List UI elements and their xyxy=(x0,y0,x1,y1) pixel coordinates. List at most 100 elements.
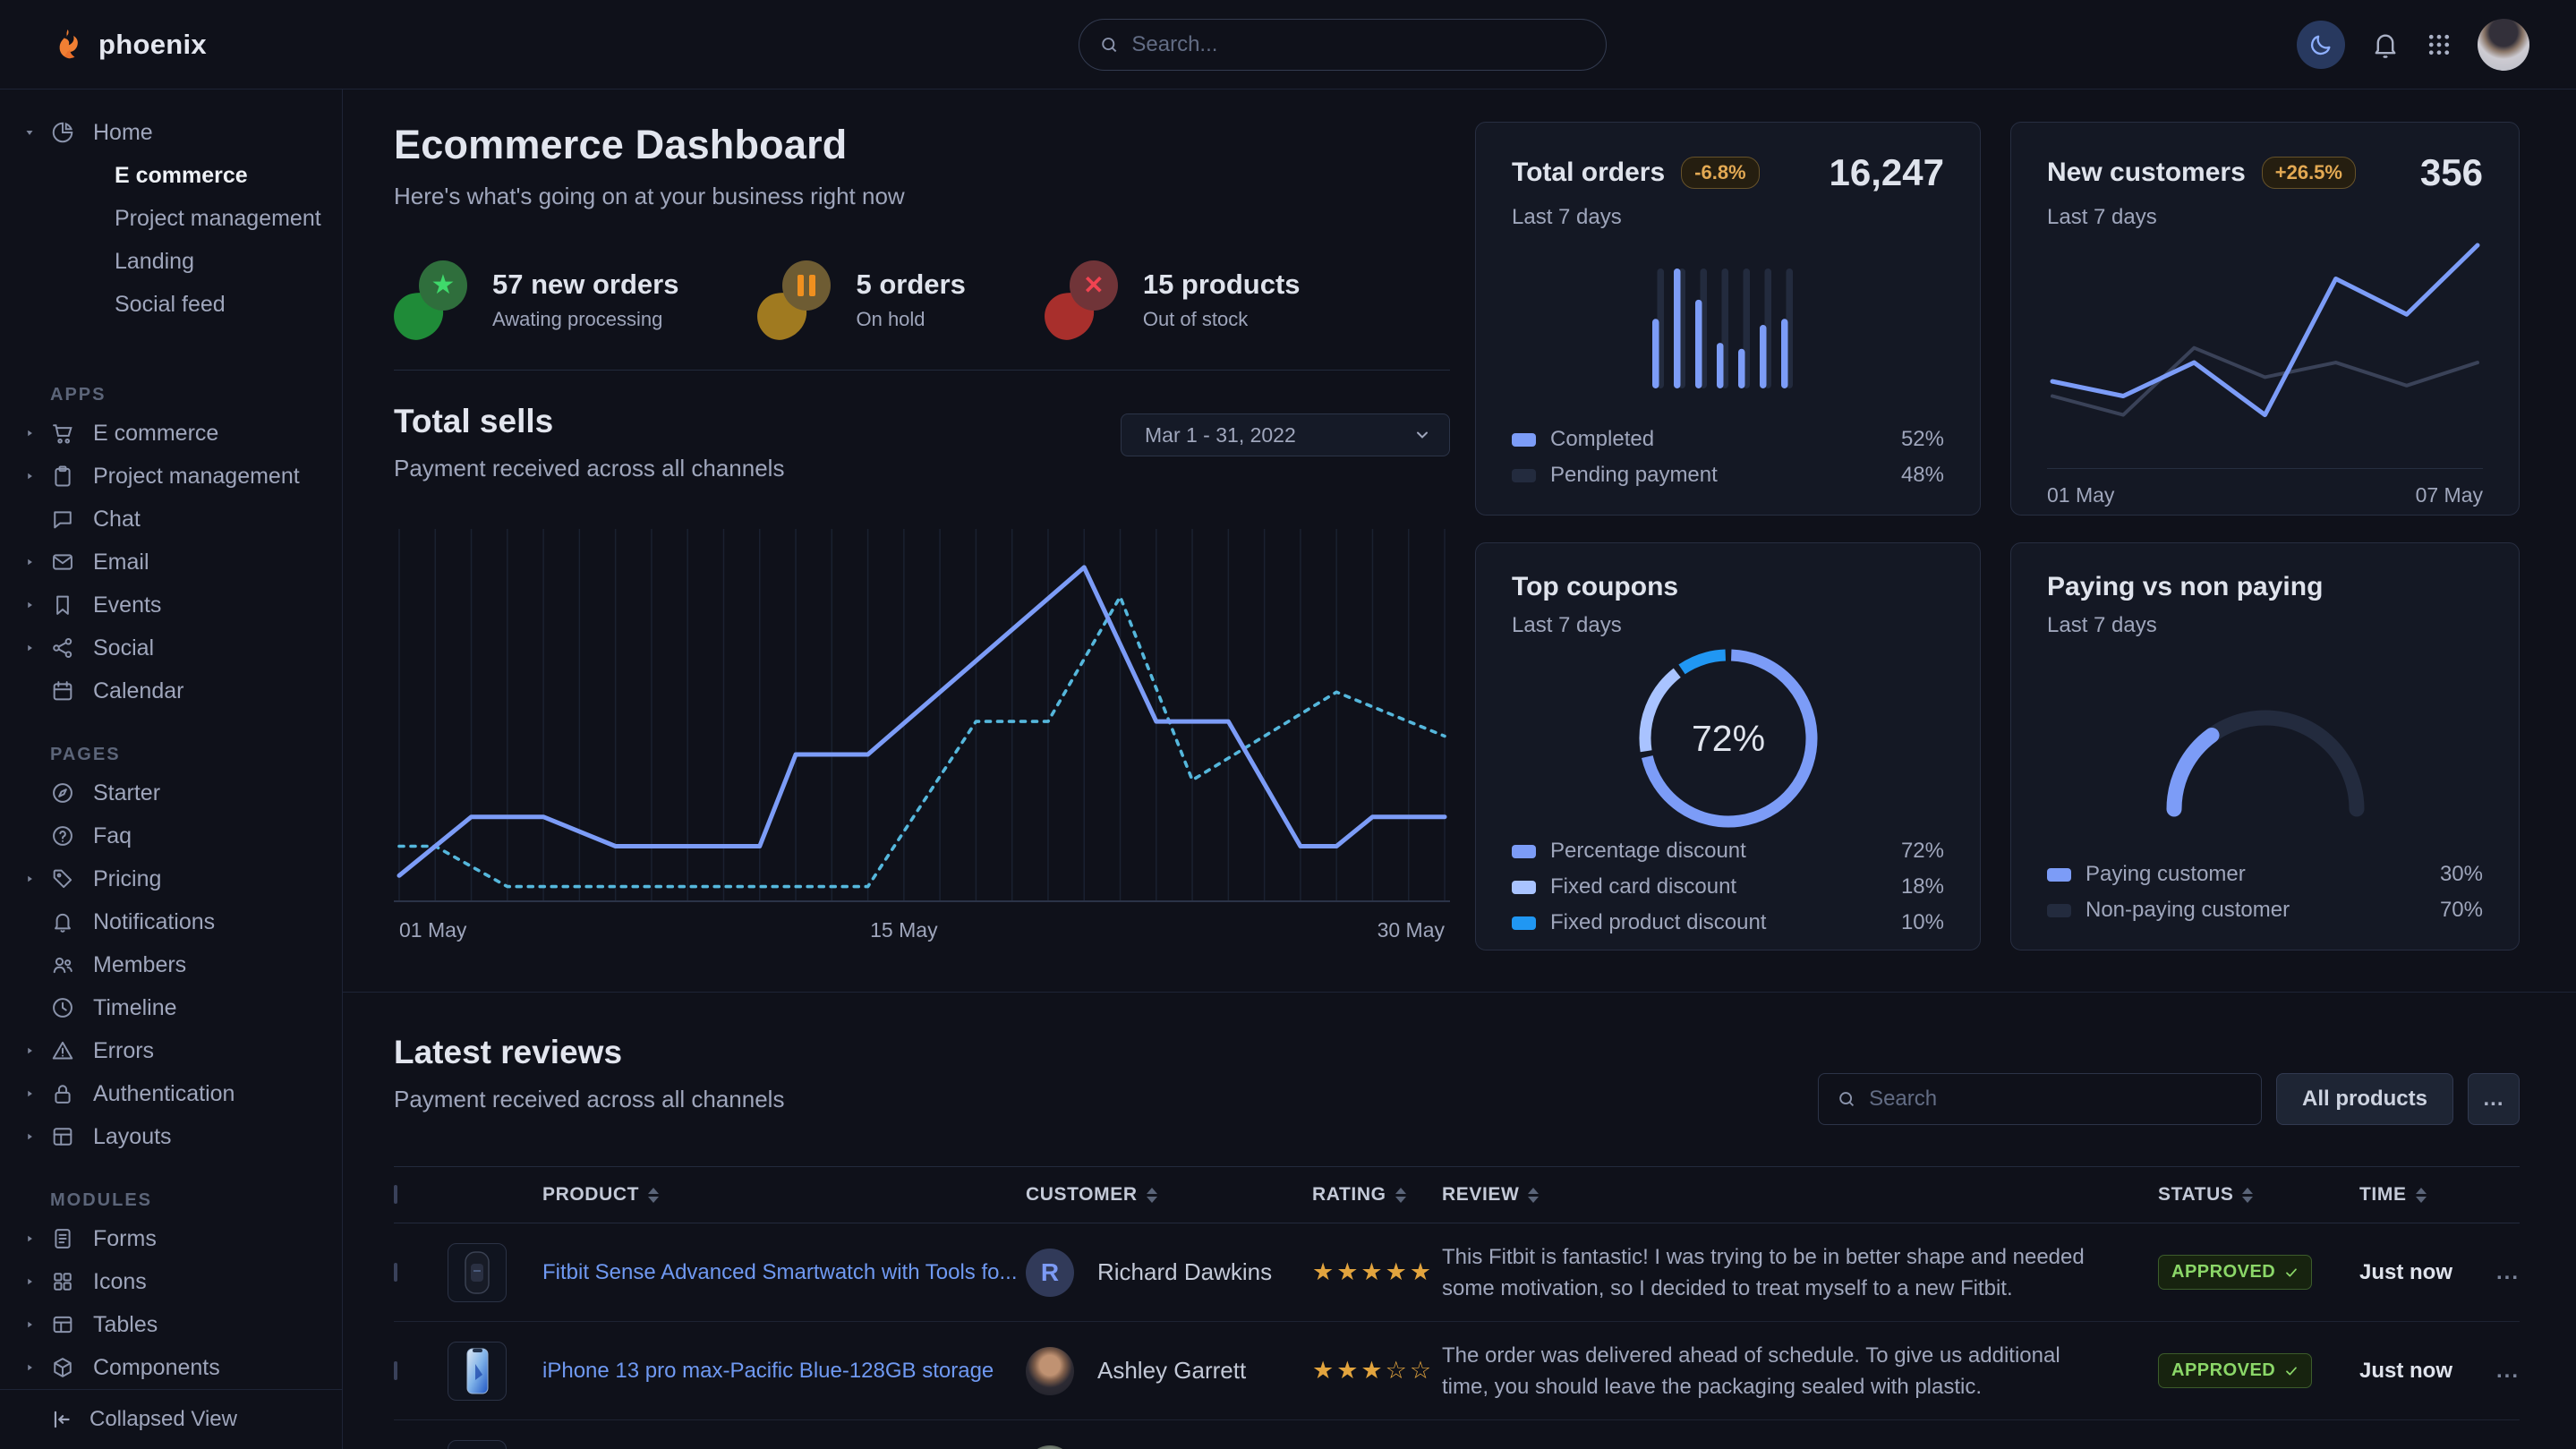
legend-value: 72% xyxy=(1901,839,1944,864)
svg-text:15 May: 15 May xyxy=(870,918,938,942)
row-checkbox[interactable] xyxy=(394,1361,397,1380)
sidebar-item-label: Events xyxy=(93,592,161,618)
chevron-down-icon xyxy=(1413,426,1431,444)
column-header-review[interactable]: REVIEW xyxy=(1442,1184,2158,1206)
paying-legend-row: Paying customer30% xyxy=(2047,862,2483,887)
sidebar-item-faq[interactable]: Faq xyxy=(0,814,342,857)
collapse-sidebar-button[interactable]: Collapsed View xyxy=(0,1389,342,1449)
reviews-more-button[interactable]: ... xyxy=(2468,1073,2520,1125)
reviews-search[interactable] xyxy=(1818,1073,2262,1125)
sidebar-item-email[interactable]: Email xyxy=(0,541,342,584)
bookmark-icon xyxy=(50,592,75,618)
sidebar-item-authentication[interactable]: Authentication xyxy=(0,1072,342,1115)
sidebar-item-social[interactable]: Social xyxy=(0,626,342,669)
stat-value: 5 orders xyxy=(856,268,965,301)
date-range-select[interactable]: Mar 1 - 31, 2022 xyxy=(1121,413,1450,456)
sidebar-subitem-project-management[interactable]: Project management xyxy=(0,197,342,240)
sidebar-item-e-commerce[interactable]: E commerce xyxy=(0,412,342,455)
notifications-button[interactable] xyxy=(2370,30,2401,60)
apps-grid-button[interactable] xyxy=(2426,31,2452,58)
column-label: CUSTOMER xyxy=(1026,1184,1138,1206)
stat-awating-processing: ★57 new ordersAwating processing xyxy=(394,260,678,339)
new-customers-value: 356 xyxy=(2420,151,2483,194)
sidebar-item-home[interactable]: Home xyxy=(0,111,342,154)
sidebar-item-chat[interactable]: Chat xyxy=(0,498,342,541)
legend-label: Fixed card discount xyxy=(1550,874,1736,899)
paying-period: Last 7 days xyxy=(2047,613,2483,638)
column-header-rating[interactable]: RATING xyxy=(1312,1184,1442,1206)
compass-icon xyxy=(50,780,75,805)
legend-swatch xyxy=(1512,845,1536,858)
phoenix-logo[interactable]: phoenix xyxy=(50,26,207,64)
sidebar-subitem-social-feed[interactable]: Social feed xyxy=(0,283,342,326)
top-coupons-title: Top coupons xyxy=(1512,572,1678,602)
moon-icon xyxy=(2308,32,2333,57)
search-icon xyxy=(1837,1088,1856,1110)
product-link[interactable]: iPhone 13 pro max-Pacific Blue-128GB sto… xyxy=(542,1359,994,1383)
chat-bubble-icon xyxy=(50,507,75,532)
sidebar-item-calendar[interactable]: Calendar xyxy=(0,669,342,712)
sidebar-subitem-e-commerce[interactable]: E commerce xyxy=(0,154,342,197)
theme-toggle-button[interactable] xyxy=(2297,21,2345,69)
legend-label: Percentage discount xyxy=(1550,839,1746,864)
reviews-search-input[interactable] xyxy=(1869,1087,2243,1112)
sidebar-section-heading: PAGES xyxy=(50,739,342,770)
global-search-input[interactable] xyxy=(1131,32,1586,57)
caret-right-icon xyxy=(23,556,36,568)
column-header-customer[interactable]: CUSTOMER xyxy=(1026,1184,1312,1206)
column-header-product[interactable]: PRODUCT xyxy=(542,1184,1026,1206)
new-customers-period: Last 7 days xyxy=(2047,205,2483,230)
page-title: Ecommerce Dashboard xyxy=(394,122,1450,168)
select-all-checkbox[interactable] xyxy=(394,1185,397,1204)
total-orders-value: 16,247 xyxy=(1830,151,1944,194)
global-search[interactable] xyxy=(1079,19,1607,71)
stat-pause-icon xyxy=(757,260,832,339)
caret-right-icon xyxy=(23,1275,36,1288)
product-link[interactable]: Fitbit Sense Advanced Smartwatch with To… xyxy=(542,1260,1017,1284)
sidebar-subitem-landing[interactable]: Landing xyxy=(0,240,342,283)
legend-label: Pending payment xyxy=(1550,463,1718,488)
collapse-left-icon xyxy=(50,1408,73,1431)
sidebar-item-errors[interactable]: Errors xyxy=(0,1029,342,1072)
stat-star-icon: ★ xyxy=(394,260,469,339)
product-thumbnail-iphone xyxy=(448,1342,507,1401)
sidebar-item-layouts[interactable]: Layouts xyxy=(0,1115,342,1158)
review-time: Just now xyxy=(2359,1359,2452,1383)
sidebar-item-starter[interactable]: Starter xyxy=(0,771,342,814)
review-text: This Fitbit is fantastic! I was trying t… xyxy=(1442,1241,2158,1304)
status-text: APPROVED xyxy=(2171,1360,2275,1381)
column-header-time[interactable]: TIME xyxy=(2359,1184,2467,1206)
sidebar-item-icons[interactable]: Icons xyxy=(0,1260,342,1303)
sidebar-item-notifications[interactable]: Notifications xyxy=(0,900,342,943)
envelope-icon xyxy=(50,550,75,575)
legend-value: 48% xyxy=(1901,463,1944,488)
sidebar-item-label: Forms xyxy=(93,1226,157,1252)
sidebar-item-label: Starter xyxy=(93,780,160,806)
svg-text:01 May: 01 May xyxy=(399,918,467,942)
logo-text: phoenix xyxy=(98,29,207,61)
sidebar-item-pricing[interactable]: Pricing xyxy=(0,857,342,900)
stat-circle xyxy=(782,260,831,311)
column-label: STATUS xyxy=(2158,1184,2233,1206)
new-customers-badge: +26.5% xyxy=(2262,157,2356,189)
sidebar-item-tables[interactable]: Tables xyxy=(0,1303,342,1346)
total-orders-badge: -6.8% xyxy=(1681,157,1759,189)
user-avatar[interactable] xyxy=(2478,19,2529,71)
sidebar-section-heading: MODULES xyxy=(50,1185,342,1215)
sidebar-item-forms[interactable]: Forms xyxy=(0,1217,342,1260)
paying-gauge xyxy=(2047,638,2483,862)
table-row: iPhone 13 pro max-Pacific Blue-128GB sto… xyxy=(394,1322,2520,1420)
collapse-label: Collapsed View xyxy=(90,1407,237,1432)
customer-name: Ashley Garrett xyxy=(1097,1357,1246,1385)
row-checkbox[interactable] xyxy=(394,1263,397,1282)
sidebar-item-members[interactable]: Members xyxy=(0,943,342,986)
sidebar-item-project-management[interactable]: Project management xyxy=(0,455,342,498)
sidebar-item-events[interactable]: Events xyxy=(0,584,342,626)
all-products-button[interactable]: All products xyxy=(2276,1073,2453,1125)
sidebar-item-components[interactable]: Components xyxy=(0,1346,342,1389)
row-menu-button[interactable]: ... xyxy=(2467,1260,2520,1285)
sidebar-item-timeline[interactable]: Timeline xyxy=(0,986,342,1029)
column-header-status[interactable]: STATUS xyxy=(2158,1184,2359,1206)
row-menu-button[interactable]: ... xyxy=(2467,1359,2520,1384)
sidebar-item-label: Components xyxy=(93,1355,220,1381)
